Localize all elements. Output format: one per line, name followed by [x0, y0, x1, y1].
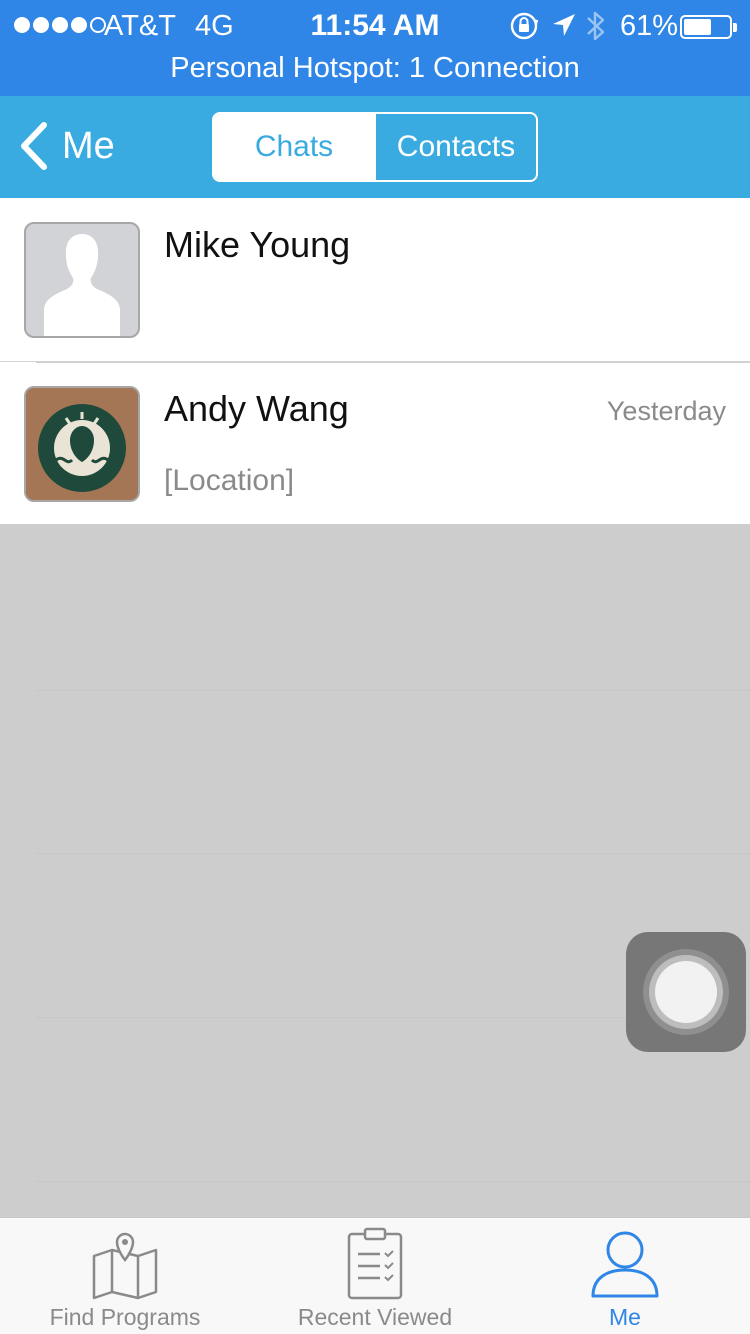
battery-percentage: 61%	[620, 10, 679, 42]
hotspot-banner[interactable]: Personal Hotspot: 1 Connection	[0, 52, 750, 85]
avatar	[24, 222, 140, 338]
navigation-bar: Me Chats Contacts	[0, 96, 750, 198]
tab-me[interactable]: Me	[520, 1218, 730, 1334]
status-row: AT&T 4G 11:54 AM 61%	[0, 0, 750, 52]
person-silhouette-icon	[44, 234, 120, 336]
chevron-left-icon	[21, 122, 47, 170]
chat-contact-name: Andy Wang	[164, 388, 349, 429]
coffee-logo-icon	[26, 388, 138, 500]
chat-row-andy-wang[interactable]: Andy Wang Yesterday [Location]	[0, 361, 750, 524]
clipboard-icon	[347, 1227, 403, 1300]
tab-find-programs[interactable]: Find Programs	[20, 1218, 230, 1334]
tab-recent-viewed[interactable]: Recent Viewed	[270, 1218, 480, 1334]
tab-contacts[interactable]: Contacts	[374, 114, 536, 180]
avatar	[24, 386, 140, 502]
location-arrow-icon	[553, 14, 575, 36]
rotation-lock-icon	[510, 12, 539, 40]
tab-label: Me	[609, 1304, 641, 1330]
chat-contact-name: Mike Young	[164, 224, 351, 265]
tab-label: Recent Viewed	[297, 1304, 453, 1330]
chats-contacts-segmented-control: Chats Contacts	[212, 112, 538, 182]
status-bar: AT&T 4G 11:54 AM 61% Personal Hotspot: 1…	[0, 0, 750, 96]
chat-time: Yesterday	[606, 396, 726, 426]
tab-chats[interactable]: Chats	[214, 114, 374, 180]
row-divider	[36, 362, 750, 363]
tab-label: Find Programs	[49, 1304, 201, 1330]
battery-fill	[684, 19, 711, 35]
map-pin-icon	[92, 1232, 158, 1300]
chat-preview: [Location]	[164, 464, 295, 497]
chat-list: Mike Young Andy Wang Yesterday [Location…	[0, 198, 750, 524]
back-button[interactable]: Me	[18, 118, 115, 174]
assistive-touch-button[interactable]	[626, 932, 746, 1052]
battery-icon	[680, 15, 737, 39]
tab-bar: Find Programs Recent Viewed Me	[0, 1217, 750, 1334]
back-button-label: Me	[62, 124, 115, 167]
person-icon	[591, 1231, 659, 1298]
chat-row-mike-young[interactable]: Mike Young	[0, 198, 750, 361]
bluetooth-icon	[587, 11, 605, 41]
